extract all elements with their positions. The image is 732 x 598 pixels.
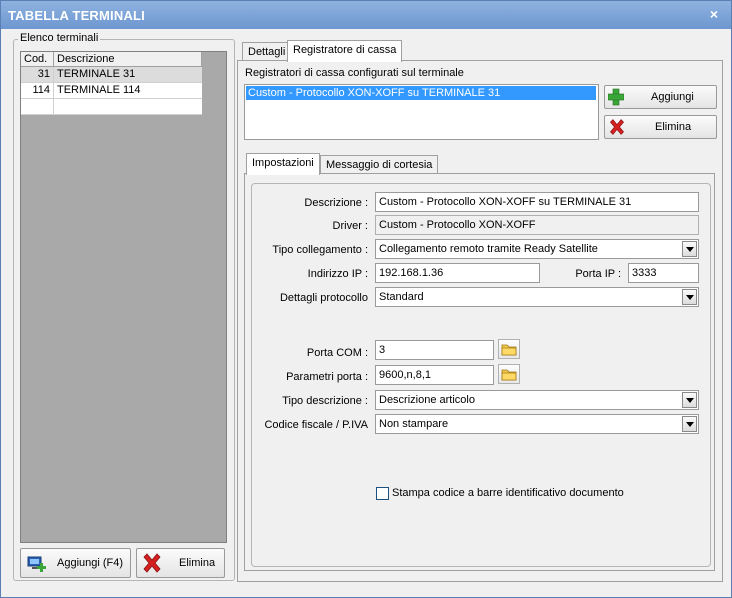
tax-code-value: Non stampare	[379, 418, 449, 430]
driver-label: Driver :	[332, 220, 368, 232]
column-header-code[interactable]: Cod.	[21, 52, 54, 67]
com-port-label: Porta COM :	[306, 347, 368, 359]
tax-code-select[interactable]: Non stampare	[375, 414, 699, 434]
list-item[interactable]: Custom - Protocollo XON-XOFF su TERMINAL…	[246, 86, 596, 100]
connection-type-select[interactable]: Collegamento remoto tramite Ready Satell…	[375, 239, 699, 259]
ip-port-label: Porta IP :	[575, 268, 621, 280]
ip-address-label: Indirizzo IP :	[307, 268, 368, 280]
add-terminal-label: Aggiungi (F4)	[57, 557, 124, 569]
barcode-checkbox-label[interactable]: Stampa codice a barre identificativo doc…	[392, 487, 624, 499]
terminal-table-window: TABELLA TERMINALI × Elenco terminali Cod…	[0, 0, 732, 598]
port-parameters-field[interactable]: 9600,n,8,1	[375, 365, 494, 385]
window-title: TABELLA TERMINALI	[8, 8, 145, 23]
connection-type-label: Tipo collegamento :	[272, 244, 368, 256]
chevron-down-icon[interactable]	[682, 392, 697, 408]
add-register-button[interactable]: Aggiungi	[604, 85, 717, 109]
delete-register-label: Elimina	[655, 121, 692, 133]
protocol-details-label: Dettagli protocollo	[279, 292, 368, 304]
terminal-list-label: Elenco terminali	[18, 32, 101, 44]
delete-x-icon	[608, 118, 626, 136]
protocol-details-value: Standard	[379, 291, 424, 303]
folder-icon	[501, 344, 517, 356]
row-code: 114	[21, 83, 54, 98]
description-field[interactable]: Custom - Protocollo XON-XOFF su TERMINAL…	[375, 192, 699, 212]
chevron-down-icon[interactable]	[682, 416, 697, 432]
registers-list-label: Registratori di cassa configurati sul te…	[245, 67, 464, 79]
new-row-description	[54, 99, 202, 114]
description-type-select[interactable]: Descrizione articolo	[375, 390, 699, 410]
chevron-down-icon[interactable]	[682, 289, 697, 305]
connection-type-value: Collegamento remoto tramite Ready Satell…	[379, 243, 598, 255]
delete-terminal-label: Elimina	[179, 557, 216, 569]
port-parameters-label: Parametri porta :	[286, 371, 368, 383]
table-row[interactable]: 31 TERMINALE 31	[21, 67, 202, 83]
add-terminal-icon	[27, 555, 49, 573]
folder-icon	[501, 369, 517, 381]
new-row-code	[21, 99, 54, 114]
com-port-browse-button[interactable]	[498, 339, 520, 359]
plus-icon	[607, 88, 625, 106]
com-port-field[interactable]: 3	[375, 340, 494, 360]
chevron-down-icon[interactable]	[682, 241, 697, 257]
column-header-description[interactable]: Descrizione	[54, 52, 202, 67]
row-description: TERMINALE 31	[57, 68, 136, 80]
barcode-checkbox[interactable]	[376, 487, 389, 500]
tab-dettagli[interactable]: Dettagli	[242, 42, 292, 62]
row-description: TERMINALE 114	[57, 84, 141, 96]
table-row[interactable]: 114 TERMINALE 114	[21, 83, 202, 99]
new-row[interactable]	[21, 99, 202, 115]
ip-port-field[interactable]: 3333	[628, 263, 699, 283]
tab-impostazioni[interactable]: Impostazioni	[246, 153, 320, 175]
delete-register-button[interactable]: Elimina	[604, 115, 717, 139]
registers-listbox[interactable]: Custom - Protocollo XON-XOFF su TERMINAL…	[244, 84, 599, 140]
description-type-value: Descrizione articolo	[379, 394, 475, 406]
description-type-label: Tipo descrizione :	[282, 395, 368, 407]
delete-x-icon	[141, 552, 163, 574]
add-register-label: Aggiungi	[651, 91, 694, 103]
tab-messaggio-di-cortesia[interactable]: Messaggio di cortesia	[320, 155, 439, 175]
port-parameters-browse-button[interactable]	[498, 364, 520, 384]
ip-address-field[interactable]: 192.168.1.36	[375, 263, 540, 283]
protocol-details-select[interactable]: Standard	[375, 287, 699, 307]
title-bar[interactable]: TABELLA TERMINALI ×	[1, 1, 731, 29]
tax-code-label: Codice fiscale / P.IVA	[264, 419, 368, 431]
add-terminal-button[interactable]: Aggiungi (F4)	[20, 548, 131, 578]
row-code: 31	[21, 67, 54, 82]
terminal-grid[interactable]: Cod. Descrizione 31 TERMINALE 31 114 TER…	[20, 51, 227, 543]
close-icon[interactable]: ×	[707, 6, 721, 22]
description-label: Descrizione :	[304, 197, 368, 209]
tab-registratore-di-cassa[interactable]: Registratore di cassa	[287, 40, 403, 62]
driver-field: Custom - Protocollo XON-XOFF	[375, 215, 699, 235]
delete-terminal-button[interactable]: Elimina	[136, 548, 225, 578]
